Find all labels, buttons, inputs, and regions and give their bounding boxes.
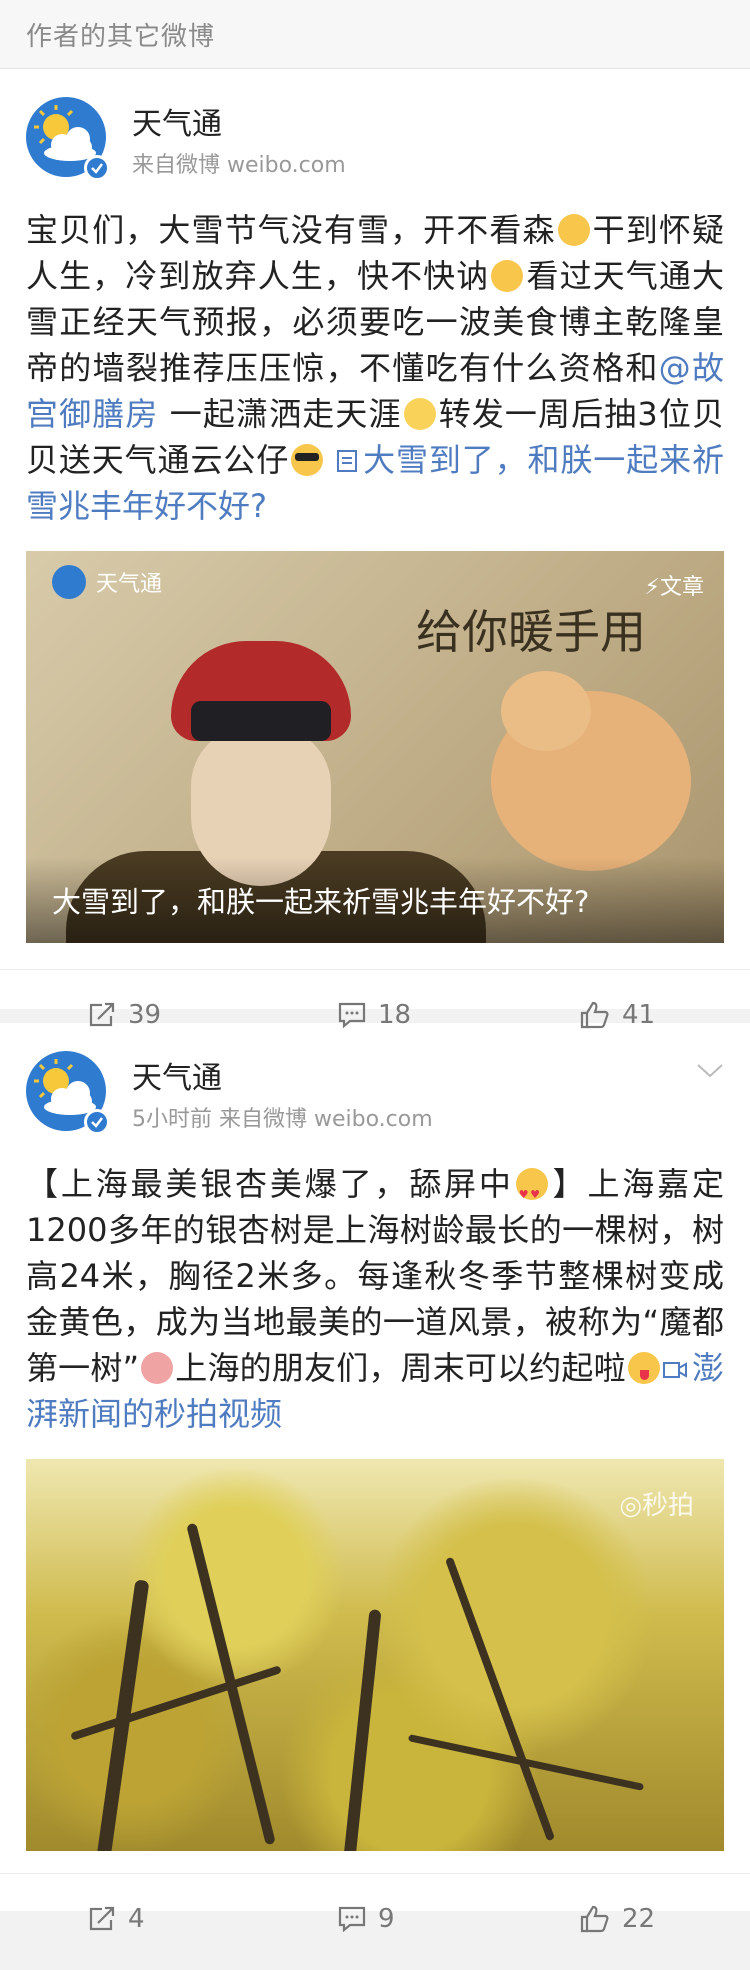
video-icon xyxy=(662,1362,687,1378)
grin-emoji-icon xyxy=(403,398,436,430)
post-text-part: 宝贝们，大雪节气没有雪，开不看森 xyxy=(26,211,556,249)
chevron-down-icon[interactable] xyxy=(696,1063,724,1079)
author-name[interactable]: 天气通 xyxy=(132,99,222,143)
article-type-label: ⚡文章 xyxy=(644,575,704,600)
article-icon xyxy=(337,450,358,472)
verified-badge-icon xyxy=(84,155,110,181)
avatar[interactable] xyxy=(26,1051,110,1135)
post-text: 宝贝们，大雪节气没有雪，开不看森 干到怀疑人生，冷到放弃人生，快不快讷 看过天气通大… xyxy=(0,179,750,529)
thumbs-up-icon xyxy=(580,1905,609,1933)
section-header: 作者的其它微博 xyxy=(0,0,750,69)
article-card[interactable]: 给你暖手用 天气通 ⚡文章 大雪到了，和朕一起来祈雪兆丰年好不好? xyxy=(26,551,724,943)
video-watermark: ◎秒拍 xyxy=(619,1491,694,1521)
sunglasses-emoji-icon xyxy=(291,444,324,476)
post-text-part: 一起潇洒走天涯 xyxy=(158,395,402,433)
article-brand: 天气通 xyxy=(52,565,162,599)
section-title: 作者的其它微博 xyxy=(26,21,216,52)
smile-emoji-icon xyxy=(491,260,524,292)
repost-count: 4 xyxy=(128,1904,145,1934)
post-card[interactable]: 天气通 来自微博 weibo.com 宝贝们，大雪节气没有雪，开不看森 干到怀疑人… xyxy=(0,69,750,1030)
post-card[interactable]: 天气通 5小时前 来自微博 weibo.com 【上海最美银杏美爆了，舔屏中】上… xyxy=(0,1023,750,1934)
video-card[interactable]: ◎秒拍 xyxy=(26,1459,724,1851)
avatar[interactable] xyxy=(26,97,110,181)
post-text: 【上海最美银杏美爆了，舔屏中】上海嘉定1200多年的银杏树是上海树龄最长的一棵树… xyxy=(0,1133,750,1437)
repost-button[interactable]: 4 xyxy=(88,1904,145,1934)
article-handwriting: 给你暖手用 xyxy=(416,605,646,659)
action-bar: 4 9 22 xyxy=(0,1873,750,1970)
article-brand-name: 天气通 xyxy=(96,572,163,597)
post-text-part: 上海的朋友们，周末可以约起啦 xyxy=(175,1349,626,1387)
post-header: 天气通 来自微博 weibo.com xyxy=(0,69,750,181)
post-text-part: 【上海最美银杏美爆了，舔屏中 xyxy=(26,1165,514,1203)
author-name[interactable]: 天气通 xyxy=(132,1053,222,1097)
like-button[interactable]: 22 xyxy=(580,1904,655,1934)
pig-emoji-icon xyxy=(141,1352,174,1384)
post-meta: 来自微博 weibo.com xyxy=(132,153,346,178)
comment-button[interactable]: 9 xyxy=(338,1904,395,1934)
verified-badge-icon xyxy=(84,1109,110,1135)
comment-count: 9 xyxy=(378,1904,395,1934)
like-count: 22 xyxy=(622,1904,656,1934)
article-title: 大雪到了，和朕一起来祈雪兆丰年好不好? xyxy=(26,857,724,943)
smile-emoji-icon xyxy=(557,214,590,246)
tongue-out-emoji-icon xyxy=(627,1352,660,1384)
post-header: 天气通 5小时前 来自微博 weibo.com xyxy=(0,1023,750,1135)
article-image-cat xyxy=(491,671,691,871)
heart-eyes-emoji-icon xyxy=(515,1168,548,1218)
post-meta: 5小时前 来自微博 weibo.com xyxy=(132,1107,433,1132)
weather-logo-icon xyxy=(52,565,86,599)
